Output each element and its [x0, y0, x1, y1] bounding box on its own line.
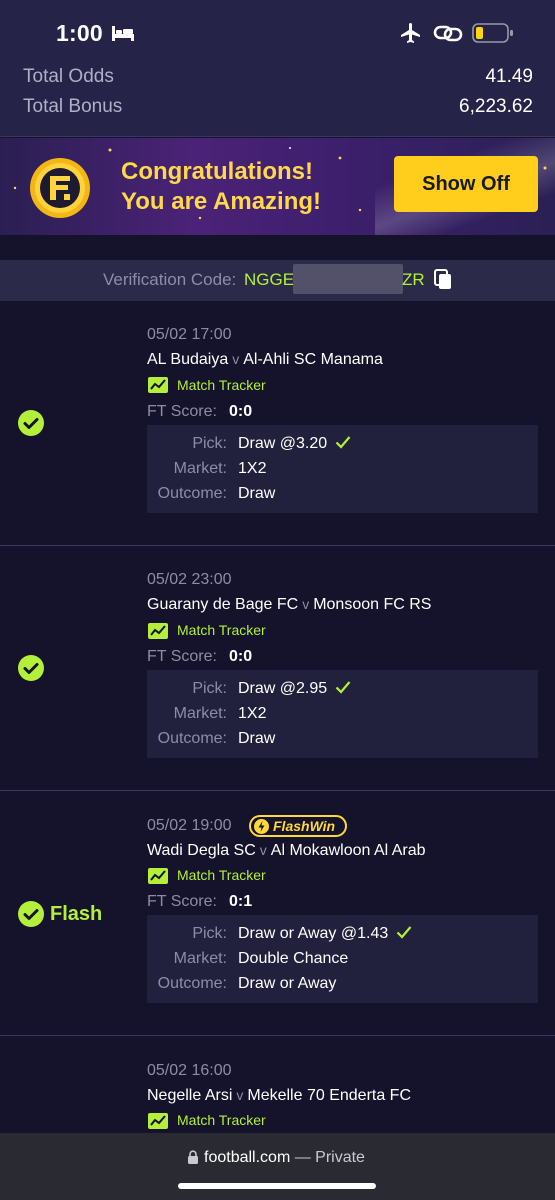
ft-score-label: FT Score:	[147, 893, 217, 910]
pick-details: Pick: Draw @2.95 Market: 1X2 Outcome: Dr…	[147, 670, 538, 758]
outcome-label: Outcome:	[157, 485, 227, 502]
pick-text: Draw or Away @1.43	[238, 925, 389, 942]
total-bonus-row: Total Bonus 6,223.62	[23, 96, 533, 122]
banner-title: Congratulations!	[121, 158, 313, 185]
home-team: AL Budaiya	[147, 351, 229, 368]
away-team: Mekelle 70 Enderta FC	[247, 1087, 412, 1104]
market-value: 1X2	[238, 705, 267, 722]
ft-score-label: FT Score:	[147, 403, 217, 420]
market-label: Market:	[173, 950, 227, 967]
home-team: Wadi Degla SC	[147, 842, 256, 859]
match-date: 05/02 16:00	[147, 1062, 232, 1079]
flash-status-label: Flash	[50, 903, 103, 925]
match-date: 05/02 23:00	[147, 571, 232, 588]
verification-code-end: ZR	[402, 270, 425, 289]
outcome-value: Draw or Away	[238, 975, 337, 992]
home-indicator[interactable]	[178, 1183, 376, 1189]
market-value: 1X2	[238, 460, 267, 477]
pick-details: Pick: Draw @3.20 Market: 1X2 Outcome: Dr…	[147, 425, 538, 513]
match-tracker-icon[interactable]	[148, 1113, 168, 1129]
domain-text: football.com	[204, 1149, 291, 1166]
away-team: Monsoon FC RS	[313, 596, 432, 613]
sleep-bed-icon	[112, 26, 134, 41]
match-teams[interactable]: AL Budaiya v Al-Ahli SC Manama	[147, 351, 383, 369]
verification-label: Verification Code:	[103, 270, 237, 289]
battery-icon	[472, 23, 513, 43]
pick-details: Pick: Draw or Away @1.43 Market: Double …	[147, 915, 538, 1003]
status-time: 1:00	[56, 20, 103, 46]
verification-code-redacted	[293, 264, 403, 294]
url-domain[interactable]: football.com — Private	[204, 1149, 365, 1167]
match-tracker-icon[interactable]	[148, 377, 168, 393]
match-teams[interactable]: Guarany de Bage FC v Monsoon FC RS	[147, 596, 431, 614]
outcome-label: Outcome:	[157, 730, 227, 747]
flash-won-check-icon	[18, 901, 44, 927]
away-team: Al Mokawloon Al Arab	[270, 842, 426, 859]
home-team: Negelle Arsi	[147, 1087, 233, 1104]
match-date: 05/02 19:00	[147, 817, 232, 834]
match-teams[interactable]: Negelle Arsi v Mekelle 70 Enderta FC	[147, 1087, 411, 1105]
outcome-value: Draw	[238, 485, 276, 502]
ft-score-value: 0:0	[229, 403, 253, 420]
airplane-mode-icon	[401, 23, 420, 43]
home-team: Guarany de Bage FC	[147, 596, 299, 613]
pick-label: Pick:	[192, 435, 227, 452]
football-logo-coin-icon	[30, 158, 90, 218]
show-off-button[interactable]: Show Off	[394, 156, 538, 212]
match-teams[interactable]: Wadi Degla SC v Al Mokawloon Al Arab	[147, 842, 426, 860]
versus-label: v	[236, 1087, 244, 1103]
match-tracker-link[interactable]: Match Tracker	[177, 867, 266, 883]
versus-label: v	[259, 842, 267, 858]
total-bonus-value: 6,223.62	[459, 96, 533, 117]
match-date: 05/02 17:00	[147, 326, 232, 343]
ft-score-value: 0:1	[229, 893, 253, 910]
pick-value: Draw or Away @1.43	[238, 925, 412, 943]
lock-icon	[188, 1150, 198, 1164]
ft-score-label: FT Score:	[147, 648, 217, 665]
market-label: Market:	[173, 705, 227, 722]
away-team: Al-Ahli SC Manama	[243, 351, 383, 368]
ft-score-value: 0:0	[229, 648, 253, 665]
pick-label: Pick:	[192, 680, 227, 697]
flashwin-label: FlashWin	[273, 818, 336, 834]
total-odds-label: Total Odds	[23, 66, 114, 87]
banner-subtitle: You are Amazing!	[121, 188, 322, 215]
total-bonus-label: Total Bonus	[23, 96, 123, 117]
copy-icon[interactable]	[433, 269, 453, 291]
won-check-icon	[18, 410, 44, 436]
pick-won-check-icon	[335, 681, 351, 694]
pick-text: Draw @3.20	[238, 435, 328, 452]
private-mode-label: — Private	[290, 1149, 365, 1166]
match-tracker-icon[interactable]	[148, 623, 168, 639]
versus-label: v	[302, 596, 310, 612]
outcome-label: Outcome:	[157, 975, 227, 992]
totals-panel: Total Odds 41.49 Total Bonus 6,223.62	[0, 62, 555, 137]
pick-text: Draw @2.95	[238, 680, 328, 697]
pick-label: Pick:	[192, 925, 227, 942]
pick-won-check-icon	[335, 436, 351, 449]
lightning-bolt-icon	[254, 819, 269, 834]
match-tracker-link[interactable]: Match Tracker	[177, 622, 266, 638]
total-odds-value: 41.49	[485, 66, 533, 87]
match-tracker-icon[interactable]	[148, 868, 168, 884]
flashwin-badge: FlashWin	[249, 815, 347, 837]
focus-link-icon	[433, 25, 463, 42]
outcome-value: Draw	[238, 730, 276, 747]
match-tracker-link[interactable]: Match Tracker	[177, 1112, 266, 1128]
match-tracker-link[interactable]: Match Tracker	[177, 377, 266, 393]
total-odds-row: Total Odds 41.49	[23, 66, 533, 92]
pick-value: Draw @2.95	[238, 680, 351, 698]
pick-won-check-icon	[396, 926, 412, 939]
pick-value: Draw @3.20	[238, 435, 351, 453]
market-label: Market:	[173, 460, 227, 477]
versus-label: v	[232, 351, 240, 367]
market-value: Double Chance	[238, 950, 349, 967]
won-check-icon	[18, 655, 44, 681]
